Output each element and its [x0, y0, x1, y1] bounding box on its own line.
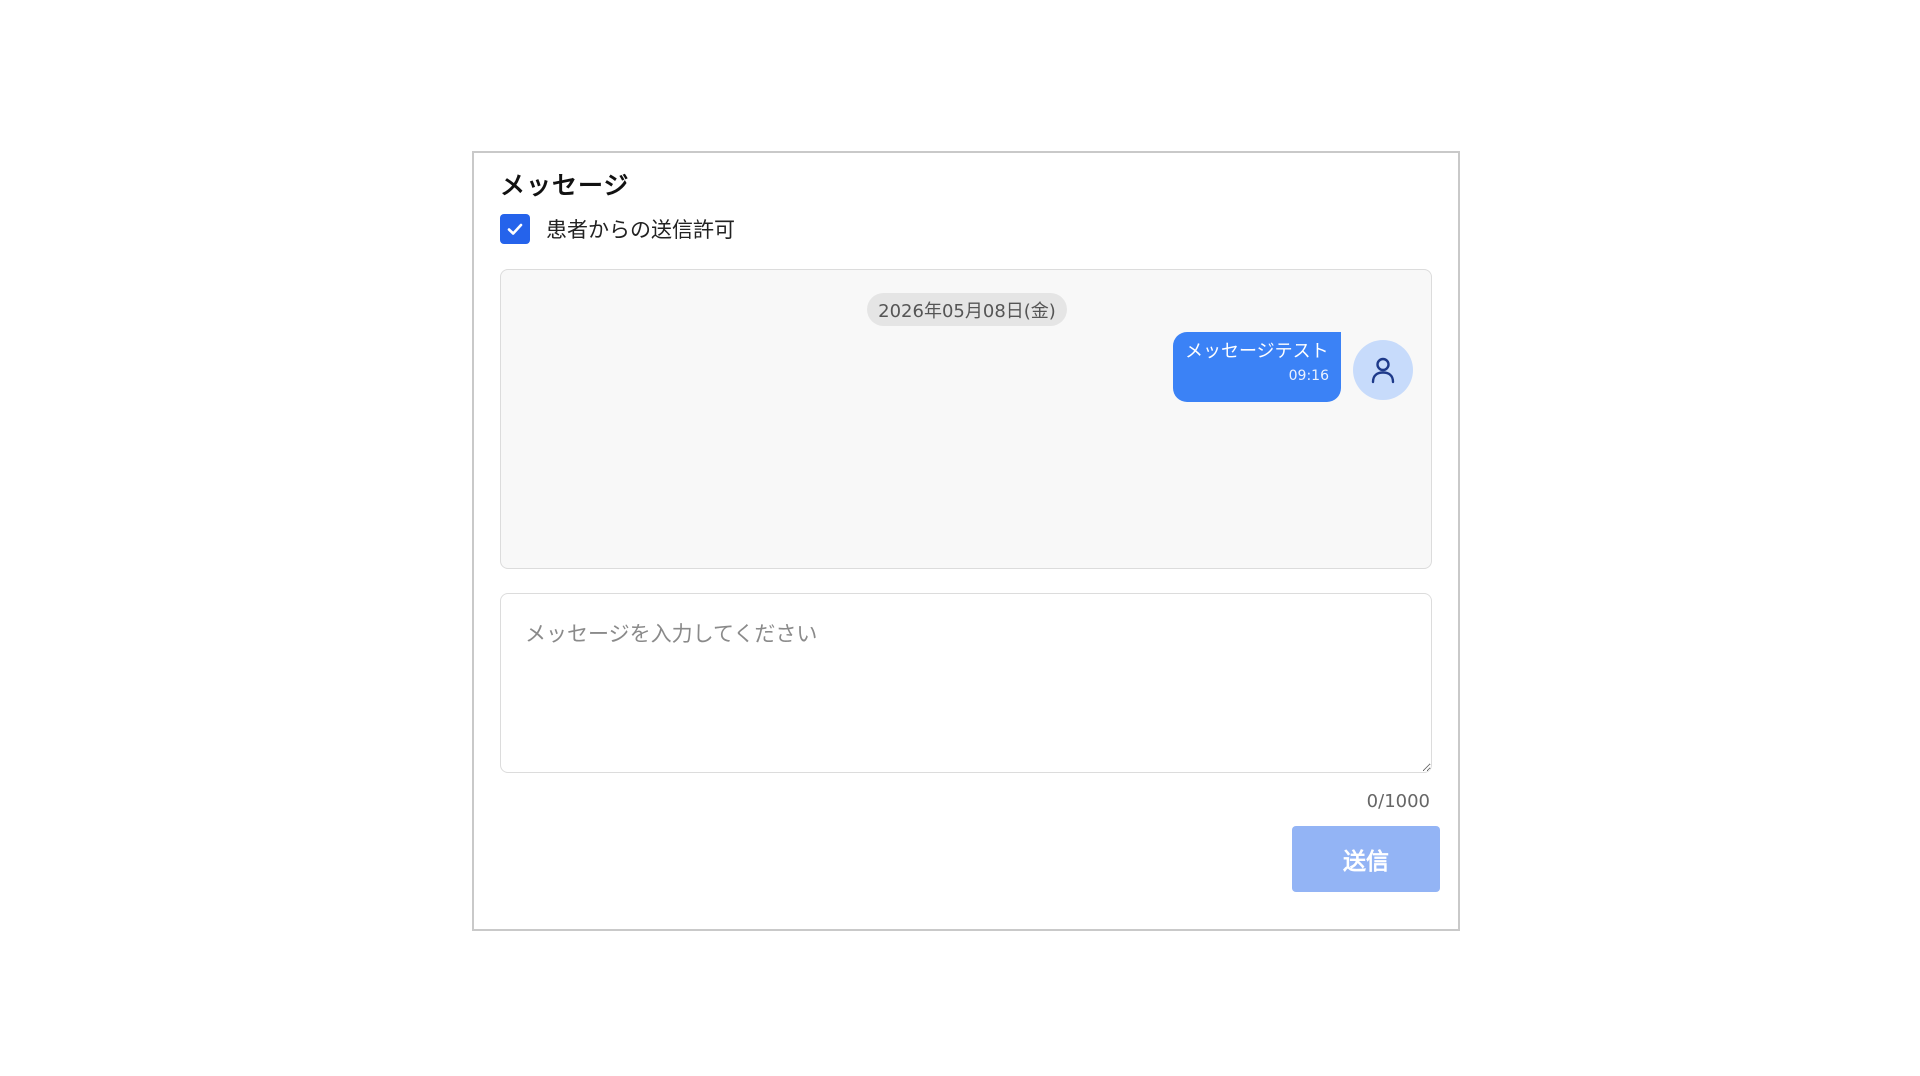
user-icon: [1371, 357, 1395, 384]
send-button[interactable]: 送信: [1292, 826, 1440, 892]
checkmark-icon: [507, 223, 523, 235]
permission-label[interactable]: 患者からの送信許可: [546, 214, 735, 244]
panel-title: メッセージ: [500, 171, 630, 200]
message-input[interactable]: [500, 593, 1432, 773]
messages-panel: メッセージ 患者からの送信許可 2026年05月08日(金) メッセージテスト …: [472, 151, 1460, 931]
permission-checkbox[interactable]: [500, 214, 530, 244]
character-counter: 0/1000: [1366, 791, 1430, 812]
message-time: 09:16: [1288, 368, 1329, 384]
patient-send-permission-toggle[interactable]: 患者からの送信許可: [500, 214, 735, 244]
date-separator: 2026年05月08日(金): [867, 293, 1067, 326]
message-text: メッセージテスト: [1185, 341, 1329, 362]
chat-history[interactable]: 2026年05月08日(金) メッセージテスト 09:16: [500, 269, 1432, 569]
message-bubble: メッセージテスト 09:16: [1173, 332, 1341, 402]
avatar: [1353, 340, 1413, 400]
